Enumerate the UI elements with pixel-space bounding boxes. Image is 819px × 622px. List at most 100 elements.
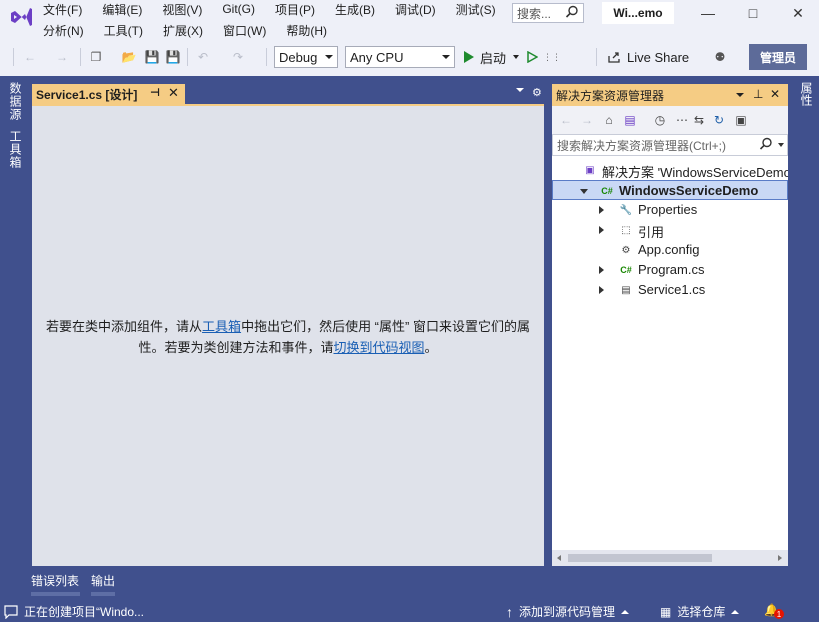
navigate-back-icon[interactable]: ← — [22, 49, 38, 65]
collapse-all-icon[interactable]: ⋯ — [674, 112, 690, 128]
tree-item[interactable]: 🔧 Properties — [552, 200, 788, 220]
tree-item[interactable]: ⬚ 引用 — [552, 220, 788, 240]
hint-text-1: 若要在类中添加组件，请从 — [46, 319, 203, 334]
menu-git[interactable]: Git(G) — [221, 2, 256, 16]
save-all-icon[interactable]: 💾 — [165, 49, 181, 65]
menu-extensions[interactable]: 扩展(X) — [162, 22, 204, 39]
toolbox-link[interactable]: 工具箱 — [202, 319, 241, 334]
title-bar: 文件(F) 编辑(E) 视图(V) Git(G) 项目(P) 生成(B) 调试(… — [0, 0, 819, 42]
menu-project[interactable]: 项目(P) — [274, 1, 316, 18]
solution-explorer-search-input[interactable]: 搜索解决方案资源管理器(Ctrl+;) — [552, 134, 788, 156]
configuration-value: Debug — [279, 49, 318, 65]
menu-tools[interactable]: 工具(T) — [103, 22, 144, 39]
close-tab-icon[interactable]: ✕ — [168, 85, 179, 101]
menu-bar-row-1: 文件(F) 编辑(E) 视图(V) Git(G) 项目(P) 生成(B) 调试(… — [42, 0, 515, 18]
tab-service1-design[interactable]: Service1.cs [设计] ⊣ ✕ — [32, 84, 185, 104]
sync-icon[interactable]: ⇆ — [691, 112, 707, 128]
tab-error-list[interactable]: 错误列表 — [31, 572, 80, 596]
expanded-arrow-icon[interactable] — [580, 189, 588, 194]
collapsed-arrow-icon[interactable] — [599, 206, 604, 214]
tree-item[interactable]: ▣ 解决方案 'WindowsServiceDemo' (1 — [552, 160, 788, 181]
start-without-debugging-icon[interactable] — [527, 51, 538, 63]
switch-to-code-view-link[interactable]: 切换到代码视图 — [333, 340, 424, 355]
share-icon — [608, 52, 620, 63]
redo-icon[interactable]: ↷ — [230, 49, 246, 65]
menu-build[interactable]: 生成(B) — [334, 1, 376, 18]
scroll-left-icon[interactable] — [557, 555, 561, 561]
tree-item[interactable]: ▤ Service1.cs — [552, 280, 788, 300]
solution-tree-horizontal-scrollbar[interactable] — [552, 550, 788, 566]
toolbar-separator — [80, 48, 81, 66]
menu-file[interactable]: 文件(F) — [42, 1, 83, 18]
refresh-icon[interactable]: ↻ — [711, 112, 727, 128]
open-folder-icon[interactable]: 📂 — [121, 49, 137, 65]
admin-badge: 管理员 — [749, 44, 807, 70]
window-options-icon[interactable] — [736, 93, 744, 97]
start-debugging-button[interactable]: 启动 — [463, 47, 520, 67]
side-tab-toolbox[interactable]: 工具箱 — [6, 130, 24, 169]
collapsed-arrow-icon[interactable] — [599, 286, 604, 294]
minimize-icon[interactable]: — — [700, 5, 716, 21]
live-share-label: Live Share — [627, 49, 690, 65]
menu-analyze[interactable]: 分析(N) — [42, 22, 85, 39]
tab-output[interactable]: 输出 — [91, 572, 115, 596]
navigate-forward-icon[interactable]: → — [54, 49, 70, 65]
toolbar-grip — [13, 48, 14, 66]
pin-icon[interactable]: ⊥ — [753, 87, 763, 101]
title-search-input[interactable]: 搜索... — [512, 3, 584, 23]
tab-list-dropdown-icon[interactable] — [516, 88, 524, 92]
side-tab-properties[interactable]: 属性 — [799, 82, 815, 106]
chevron-down-icon[interactable] — [513, 55, 520, 59]
add-to-source-control-button[interactable]: ↑ 添加到源代码管理 — [506, 603, 630, 620]
hot-reload-icon[interactable]: ⋮⋮ — [543, 49, 561, 65]
wrench-icon: 🔧 — [619, 204, 633, 216]
chevron-up-icon — [621, 609, 630, 614]
pending-changes-icon[interactable]: ◷ — [652, 112, 668, 128]
repo-label: 选择仓库 — [677, 605, 726, 619]
feedback-icon[interactable]: ⚉ — [712, 49, 728, 65]
close-panel-icon[interactable]: ✕ — [770, 87, 780, 101]
menu-test[interactable]: 测试(S) — [455, 1, 497, 18]
home-icon[interactable]: ⌂ — [601, 112, 617, 128]
collapsed-arrow-icon[interactable] — [599, 266, 604, 274]
back-icon[interactable]: ← — [558, 112, 574, 128]
platform-select[interactable]: Any CPU — [345, 46, 455, 68]
select-repository-button[interactable]: ▦ 选择仓库 — [660, 603, 740, 620]
standard-toolbar: ← → ❐ 📂 💾 💾 ↶ ↷ Debug Any CPU 启动 ⋮⋮ Live… — [0, 42, 819, 72]
tree-item[interactable]: ⚙ App.config — [552, 240, 788, 260]
menu-help[interactable]: 帮助(H) — [285, 22, 328, 39]
close-icon[interactable]: ✕ — [790, 5, 806, 21]
show-all-files-icon[interactable]: ▣ — [733, 112, 749, 128]
collapsed-arrow-icon[interactable] — [599, 226, 604, 234]
menu-debug[interactable]: 调试(D) — [394, 1, 437, 18]
tree-item[interactable]: C# Program.cs — [552, 260, 788, 280]
menu-edit[interactable]: 编辑(E) — [101, 1, 143, 18]
scroll-right-icon[interactable] — [778, 555, 782, 561]
solution-icon: ▣ — [585, 164, 595, 176]
visual-studio-logo-icon — [11, 8, 32, 26]
scrollbar-thumb[interactable] — [568, 554, 712, 562]
source-control-label: 添加到源代码管理 — [519, 605, 616, 619]
menu-view[interactable]: 视图(V) — [161, 1, 203, 18]
maximize-icon[interactable]: □ — [745, 5, 761, 21]
search-options-dropdown-icon[interactable] — [778, 143, 784, 147]
pin-icon[interactable]: ⊣ — [150, 86, 160, 99]
service-file-icon: ▤ — [621, 284, 631, 296]
gear-icon[interactable]: ⚙ — [532, 86, 542, 99]
toolbar-separator — [187, 48, 188, 66]
new-project-icon[interactable]: ❐ — [88, 49, 104, 65]
side-tab-data-sources[interactable]: 数据源 — [6, 82, 24, 121]
toolbar-separator — [266, 48, 267, 66]
csharp-project-icon: C# — [601, 186, 613, 196]
undo-icon[interactable]: ↶ — [195, 49, 211, 65]
tree-item[interactable]: C# WindowsServiceDemo — [552, 180, 788, 200]
switch-views-icon[interactable]: ▤ — [622, 112, 638, 128]
tree-item-label: App.config — [638, 242, 700, 257]
live-share-button[interactable]: Live Share — [607, 47, 689, 67]
configuration-select[interactable]: Debug — [274, 46, 338, 68]
solution-explorer-title: 解决方案资源管理器 — [556, 88, 665, 103]
menu-window[interactable]: 窗口(W) — [222, 22, 267, 39]
tree-item-label: Program.cs — [638, 262, 705, 277]
forward-icon[interactable]: → — [579, 112, 595, 128]
save-icon[interactable]: 💾 — [144, 49, 160, 65]
